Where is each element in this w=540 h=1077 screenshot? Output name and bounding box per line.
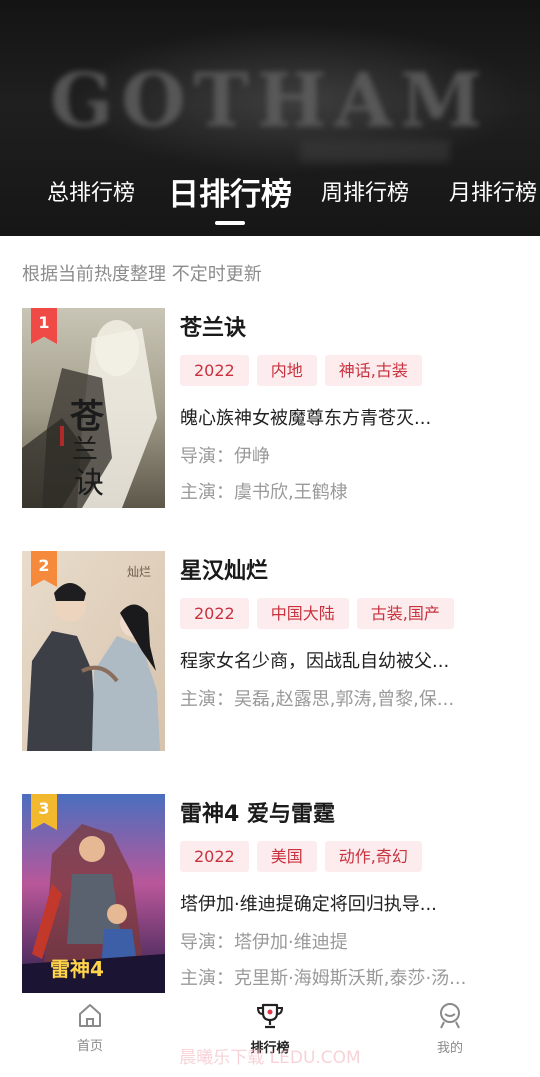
- svg-text:灿烂: 灿烂: [127, 565, 151, 579]
- svg-text:兰: 兰: [72, 435, 98, 465]
- svg-text:雷神4: 雷神4: [50, 957, 104, 981]
- tag-year: 2022: [180, 355, 249, 386]
- item-cast: 主演：吴磊,赵露思,郭涛,曾黎,保...: [180, 689, 455, 710]
- item-title[interactable]: 雷神4 爱与雷霆: [180, 796, 335, 828]
- tab-daily-ranking[interactable]: 日排行榜: [168, 168, 292, 222]
- home-icon: [79, 1004, 101, 1027]
- tag-year: 2022: [180, 598, 249, 629]
- item-director: 导演：伊峥: [180, 446, 270, 467]
- tag-year: 2022: [180, 841, 249, 872]
- item-description: 魄心族神女被魔尊东方青苍灭...: [180, 408, 432, 429]
- tag-region: 中国大陆: [256, 598, 349, 629]
- tag-genre: 动作,奇幻: [324, 841, 422, 872]
- ranking-tabs: 总排行榜 日排行榜 周排行榜 月排行榜: [0, 168, 540, 228]
- tab-total-ranking[interactable]: 总排行榜: [47, 168, 135, 220]
- active-tab-indicator: [215, 221, 245, 225]
- banner-background-detail: [300, 140, 450, 162]
- nav-home-label: 首页: [76, 1039, 103, 1054]
- poster-image[interactable]: 灿烂 2: [22, 551, 165, 751]
- svg-text:苍: 苍: [70, 397, 105, 437]
- nav-profile[interactable]: 我的: [400, 993, 500, 1065]
- poster-image[interactable]: 苍 兰 诀 1: [22, 308, 165, 508]
- tag-region: 美国: [256, 841, 317, 872]
- item-cast: 主演：克里斯·海姆斯沃斯,泰莎·汤...: [180, 968, 467, 989]
- tag-list: 2022 中国大陆 古装,国产: [180, 598, 462, 630]
- poster-image[interactable]: 雷神4 3: [22, 794, 165, 994]
- item-cast: 主演：虞书欣,王鹤棣: [180, 482, 348, 503]
- trophy-icon: [256, 1003, 284, 1029]
- tab-monthly-ranking[interactable]: 月排行榜: [449, 168, 537, 220]
- item-title[interactable]: 星汉灿烂: [180, 553, 268, 585]
- ranking-item-1[interactable]: 苍 兰 诀 1 苍兰诀 2022 内地 神话,古装 魄心族神女被魔尊东方青苍灭...…: [0, 308, 540, 513]
- update-notice: 根据当前热度整理 不定时更新: [22, 264, 262, 285]
- poster-art-canglanjue: 苍 兰 诀: [22, 308, 165, 508]
- header-banner: GOTHAM 总排行榜 日排行榜 周排行榜 月排行榜: [0, 0, 540, 236]
- tag-list: 2022 内地 神话,古装: [180, 355, 430, 387]
- nav-home[interactable]: 首页: [40, 993, 140, 1065]
- watermark: 晨曦乐下载 LEDU.COM: [179, 1048, 361, 1068]
- poster-art-xinghancanlan: 灿烂: [22, 551, 165, 751]
- poster-art-thor-love-and-thunder: 雷神4: [22, 794, 165, 994]
- nav-profile-label: 我的: [436, 1041, 463, 1056]
- svg-text:诀: 诀: [74, 466, 104, 501]
- tag-genre: 古装,国产: [356, 598, 454, 629]
- tag-region: 内地: [256, 355, 317, 386]
- profile-icon: [440, 1003, 460, 1029]
- tag-list: 2022 美国 动作,奇幻: [180, 841, 430, 873]
- tag-genre: 神话,古装: [324, 355, 422, 386]
- item-title[interactable]: 苍兰诀: [180, 310, 246, 342]
- item-director: 导演：塔伊加·维迪提: [180, 932, 348, 953]
- tab-weekly-ranking[interactable]: 周排行榜: [321, 168, 409, 220]
- item-description: 程家女名少商，因战乱自幼被父...: [180, 651, 450, 672]
- banner-background-title: GOTHAM: [50, 58, 490, 144]
- ranking-item-2[interactable]: 灿烂 2 星汉灿烂 2022 中国大陆 古装,国产 程家女名少商，因战乱自幼被父..…: [0, 551, 540, 756]
- item-description: 塔伊加·维迪提确定将回归执导...: [180, 894, 437, 915]
- ranking-item-3[interactable]: 雷神4 3 雷神4 爱与雷霆 2022 美国 动作,奇幻 塔伊加·维迪提确定将回归执…: [0, 794, 540, 999]
